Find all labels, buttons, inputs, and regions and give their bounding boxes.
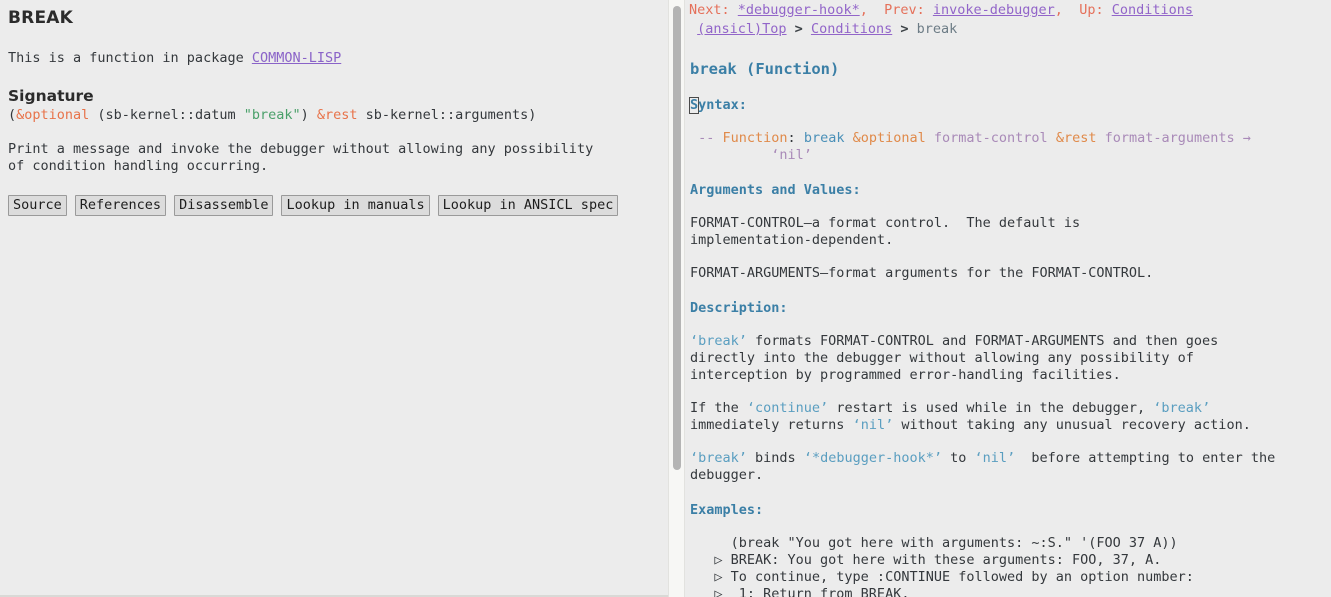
breadcrumb-top-link[interactable]: (ansicl)Top [697,21,786,37]
syntax-kind: Function [722,130,788,146]
nav-separator-2: , [1054,2,1080,18]
signature-line: (&optional (sb-kernel::datum "break") &r… [8,107,658,124]
term-nil-2: ‘nil’ [974,450,1016,466]
syntax-optional-keyword: &optional [852,130,926,146]
next-label: Next: [689,2,738,18]
prev-label: Prev: [884,2,933,18]
format-arguments-description: FORMAT-ARGUMENTS—format arguments for th… [690,265,1154,281]
breadcrumb-conditions-link[interactable]: Conditions [811,21,892,37]
examples-heading: Examples: [690,502,764,518]
page-title: BREAK [8,8,73,28]
syntax-arg-format-arguments: format-arguments [1104,130,1235,146]
left-pane-content: BREAK This is a function in package COMM… [0,0,668,216]
info-manual-pane: Next: *debugger-hook*, Prev: invoke-debu… [685,0,1331,597]
description-heading: Description: [690,300,788,316]
syntax-arg-format-control: format-control [933,130,1048,146]
package-line: This is a function in package COMMON-LIS… [8,50,658,67]
signature-optional-keyword: &optional [16,107,90,123]
term-break-1: ‘break’ [690,333,747,349]
next-link[interactable]: *debugger-hook* [738,2,860,18]
term-nil-1: ‘nil’ [852,417,894,433]
syntax-space-3 [1048,130,1056,146]
signature-default-string: "break" [243,107,301,123]
syntax-function-name: break [803,130,845,146]
syntax-definition-line: -- Function: break &optional format-cont… [689,130,1331,164]
description-paragraph-3: ‘break’ binds ‘*debugger-hook*’ to ‘nil’… [689,450,1331,484]
signature-arguments-part: sb-kernel::arguments) [357,107,537,123]
description-paragraph-1: ‘break’ formats FORMAT-CONTROL and FORMA… [689,333,1331,384]
desc2-text-1: If the [690,400,747,416]
arguments-and-values-heading: Arguments and Values: [690,182,861,198]
signature-datum-part: (sb-kernel::datum [89,107,244,123]
package-line-prefix: This is a function in package [8,50,252,66]
syntax-dash: -- [690,130,723,146]
signature-paren-open: ( [8,107,17,123]
breadcrumb-current: break [916,21,958,37]
description-paragraph-2: If the ‘continue’ restart is used while … [689,400,1331,434]
format-control-description: FORMAT-CONTROL—a format control. The def… [690,215,1081,248]
signature-mid-part: ) [300,107,317,123]
description-paragraph-1-text: formats FORMAT-CONTROL and FORMAT-ARGUME… [690,333,1219,383]
syntax-heading-text: yntax: [698,97,747,113]
package-link-common-lisp[interactable]: COMMON-LISP [252,50,341,66]
syntax-rest-keyword: &rest [1055,130,1097,146]
left-documentation-pane: BREAK This is a function in package COMM… [0,0,668,597]
lookup-in-ansicl-spec-button[interactable]: Lookup in ANSICL spec [437,195,619,216]
references-button[interactable]: References [74,195,167,216]
signature-heading: Signature [8,87,94,105]
action-button-row: Source References Disassemble Lookup in … [8,195,658,216]
desc3-text-1: binds [746,450,804,466]
scrollbar-thumb[interactable] [673,6,681,470]
breadcrumb: (ansicl)Top > Conditions > break [689,19,1331,38]
syntax-return-value: ‘nil’ [771,147,812,163]
examples-code-block: (break "You got here with arguments: ~:S… [714,535,1194,597]
syntax-space-4 [1096,130,1104,146]
vertical-scrollbar[interactable] [668,0,685,597]
syntax-colon: : [787,130,804,146]
desc3-text-2: to [941,450,975,466]
desc2-text-4: without taking any unusual recovery acti… [893,417,1251,433]
syntax-arrow-icon: → [1234,130,1251,146]
term-break-2: ‘break’ [1153,400,1211,416]
desc2-text-3: immediately returns [690,417,845,433]
node-title: break (Function) [690,60,840,78]
info-nav-bar: Next: *debugger-hook*, Prev: invoke-debu… [689,0,1331,19]
breadcrumb-separator-1: > [786,21,811,37]
disassemble-button[interactable]: Disassemble [174,195,274,216]
syntax-space-2 [926,130,934,146]
breadcrumb-separator-2: > [892,21,917,37]
desc2-text-2: restart is used while in the debugger, [828,400,1154,416]
syntax-heading: Syntax: [689,97,1331,114]
term-debugger-hook: ‘*debugger-hook*’ [803,450,942,466]
slime-documentation-window: BREAK This is a function in package COMM… [0,0,1331,597]
term-continue: ‘continue’ [746,400,829,416]
source-button[interactable]: Source [8,195,67,216]
docstring-text: Print a message and invoke the debugger … [8,141,594,174]
term-break-3: ‘break’ [690,450,747,466]
syntax-space-1 [844,130,852,146]
prev-link[interactable]: invoke-debugger [933,2,1055,18]
lookup-in-manuals-button[interactable]: Lookup in manuals [281,195,430,216]
signature-rest-keyword: &rest [316,107,358,123]
nav-separator-1: , [859,2,885,18]
up-label: Up: [1079,2,1112,18]
up-link[interactable]: Conditions [1112,2,1193,18]
